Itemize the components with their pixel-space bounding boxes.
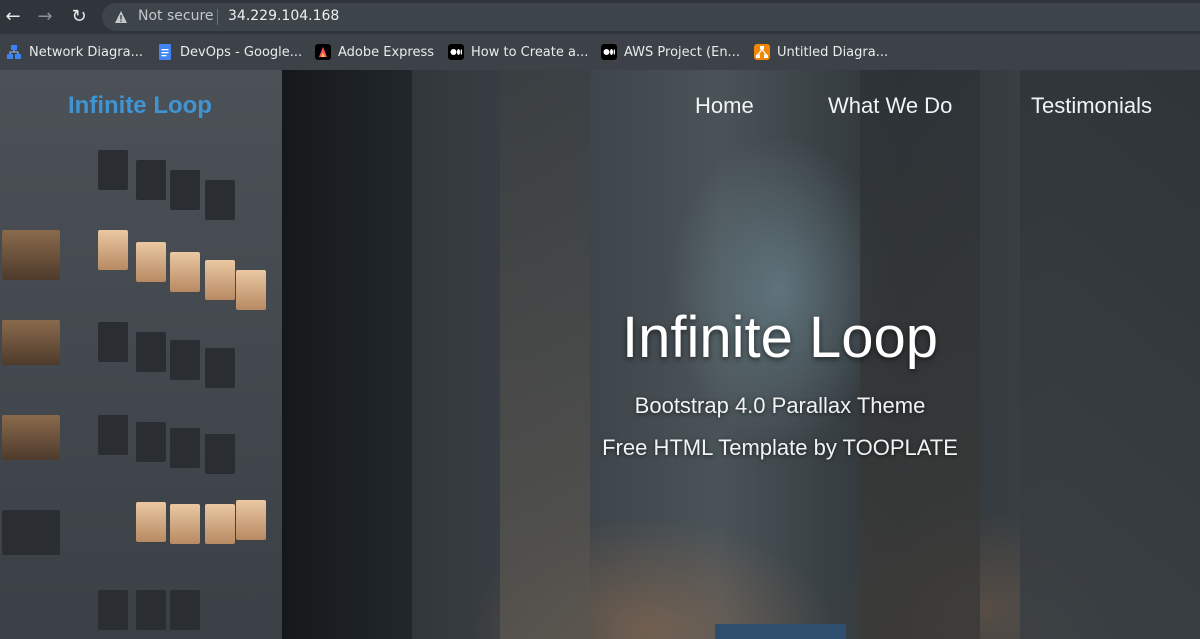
bookmarks-bar: Network Diagra... DevOps - Google... Ado… (0, 34, 1200, 71)
window (136, 160, 166, 200)
address-row: ← → ↻ Not secure 34.229.104.168 (0, 0, 1200, 34)
divider (217, 9, 218, 25)
window (205, 180, 235, 220)
window (98, 230, 128, 270)
window (2, 415, 60, 460)
window (205, 348, 235, 388)
window (170, 428, 200, 468)
drawio-icon (754, 44, 770, 60)
bookmark-aws-project[interactable]: AWS Project (En... (601, 42, 740, 62)
window (170, 590, 200, 630)
medium-icon (448, 44, 464, 60)
warning-icon (115, 11, 127, 23)
browser-chrome: ← → ↻ Not secure 34.229.104.168 Network … (0, 0, 1200, 71)
bookmark-label: Network Diagra... (29, 44, 143, 60)
window (236, 500, 266, 540)
bookmark-label: AWS Project (En... (624, 44, 740, 60)
back-arrow-icon[interactable]: ← (2, 6, 24, 28)
window (136, 242, 166, 282)
window (170, 252, 200, 292)
window (136, 590, 166, 630)
window (136, 502, 166, 542)
window (2, 230, 60, 280)
window (136, 332, 166, 372)
hero-subtitle: Bootstrap 4.0 Parallax Theme (634, 393, 926, 418)
window (98, 590, 128, 630)
bookmark-label: How to Create a... (471, 44, 589, 60)
bookmark-untitled-diagram[interactable]: Untitled Diagra... (754, 42, 888, 62)
window (2, 510, 60, 555)
nav-link-what-we-do[interactable]: What We Do (828, 93, 952, 119)
site-logo[interactable]: Infinite Loop (68, 92, 212, 120)
security-status[interactable]: Not secure (138, 8, 214, 24)
address-bar[interactable]: Not secure 34.229.104.168 (102, 3, 1200, 31)
window (98, 322, 128, 362)
hero-tagline: Free HTML Template by TOOPLATE (602, 435, 958, 460)
window (236, 270, 266, 310)
bookmark-devops-google[interactable]: DevOps - Google... (157, 42, 302, 62)
medium-icon (601, 44, 617, 60)
diagram-icon (7, 45, 21, 59)
nav-link-testimonials[interactable]: Testimonials (1031, 93, 1152, 119)
window (170, 340, 200, 380)
bookmark-label: DevOps - Google... (180, 44, 303, 60)
window (205, 260, 235, 300)
bookmark-network-diagram[interactable]: Network Diagra... (6, 42, 143, 62)
window (2, 320, 60, 365)
google-docs-icon (159, 44, 171, 60)
bookmark-label: Untitled Diagra... (777, 44, 889, 60)
distant-tower (1020, 70, 1200, 639)
window (98, 415, 128, 455)
adobe-express-icon (315, 44, 331, 60)
url-text[interactable]: 34.229.104.168 (228, 8, 339, 24)
window (170, 170, 200, 210)
forward-arrow-icon[interactable]: → (34, 6, 56, 28)
window (205, 434, 235, 474)
window (136, 422, 166, 462)
hero-section: Infinite Loop Home What We Do Testimonia… (0, 70, 1200, 639)
distant-tower (500, 70, 590, 639)
window (98, 150, 128, 190)
bookmark-label: Adobe Express (338, 44, 435, 60)
reload-icon[interactable]: ↻ (68, 6, 90, 28)
bookmark-adobe-express[interactable]: Adobe Express (315, 42, 434, 62)
building-shadow (282, 70, 412, 639)
nav-link-home[interactable]: Home (695, 93, 754, 119)
bookmark-how-to-create[interactable]: How to Create a... (448, 42, 588, 62)
window (170, 504, 200, 544)
hero-title: Infinite Loop (621, 305, 939, 370)
window (205, 504, 235, 544)
cta-button[interactable] (715, 624, 846, 639)
